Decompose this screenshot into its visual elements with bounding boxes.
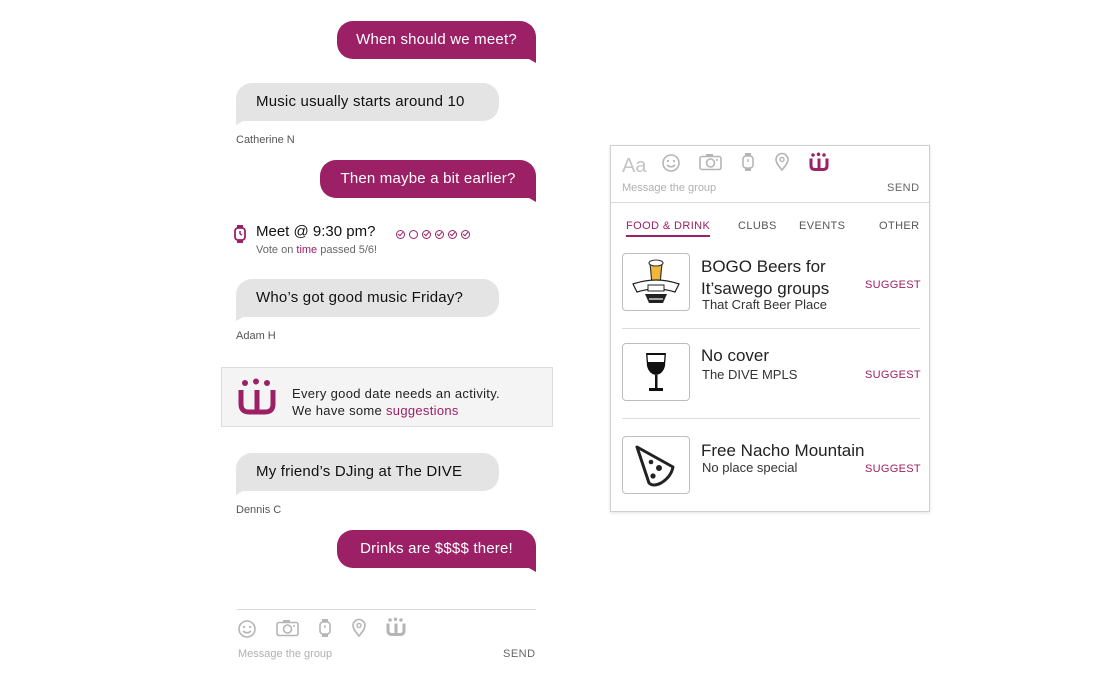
deal-thumbnail bbox=[622, 253, 690, 311]
suggest-button[interactable]: SUGGEST bbox=[865, 463, 921, 475]
message-text: My friend’s DJing at The DIVE bbox=[256, 463, 463, 480]
vote-dot bbox=[448, 230, 457, 240]
message-bubble-incoming: My friend’s DJing at The DIVE bbox=[236, 453, 499, 491]
message-sender: Adam H bbox=[236, 330, 276, 342]
row-divider bbox=[622, 328, 920, 329]
vote-dot bbox=[435, 230, 444, 240]
deal-title-line1: No cover bbox=[701, 346, 770, 365]
tab-clubs[interactable]: CLUBS bbox=[738, 220, 777, 232]
vote-status: Vote on time passed 5/6! bbox=[256, 244, 377, 256]
message-bubble-outgoing: Drinks are $$$$ there! bbox=[337, 530, 536, 568]
itsawego-logo-icon bbox=[238, 378, 276, 415]
suggestion-banner: Every good date needs an activity. We ha… bbox=[221, 367, 553, 427]
deal-title: BOGO Beers for It’sawego groups bbox=[701, 256, 829, 300]
deal-place: No place special bbox=[702, 460, 798, 475]
emoji-icon[interactable] bbox=[237, 619, 257, 639]
nacho-icon bbox=[635, 445, 675, 487]
font-format-icon[interactable]: Aa bbox=[622, 155, 646, 178]
message-sender: Dennis C bbox=[236, 504, 282, 516]
vote-dot bbox=[396, 230, 405, 240]
deal-title: No cover bbox=[701, 345, 769, 367]
suggest-button[interactable]: SUGGEST bbox=[865, 369, 921, 381]
tab-events[interactable]: EVENTS bbox=[799, 220, 845, 232]
message-bubble-outgoing: When should we meet? bbox=[337, 21, 536, 59]
location-pin-icon[interactable] bbox=[774, 152, 790, 172]
emoji-icon[interactable] bbox=[661, 153, 681, 173]
camera-icon[interactable] bbox=[276, 619, 299, 637]
itsawego-icon[interactable] bbox=[809, 152, 829, 172]
message-text: Drinks are $$$$ there! bbox=[360, 540, 513, 557]
vote-dot bbox=[422, 230, 431, 240]
deal-thumbnail bbox=[622, 436, 690, 494]
message-bubble-outgoing: Then maybe a bit earlier? bbox=[320, 160, 536, 198]
deal-title-line1: Free Nacho Mountain bbox=[701, 441, 865, 460]
suggestions-link[interactable]: suggestions bbox=[386, 403, 459, 418]
vote-status-prefix: Vote on bbox=[256, 244, 294, 256]
craft-beer-logo-icon bbox=[632, 259, 680, 303]
deal-thumbnail bbox=[622, 343, 690, 401]
message-text: Music usually starts around 10 bbox=[256, 93, 465, 110]
suggestions-panel: Aa Message the group SEND FOOD & DRINK C… bbox=[610, 145, 930, 512]
vote-title: Meet @ 9:30 pm? bbox=[256, 223, 376, 240]
vote-status-suffix: passed 5/6! bbox=[320, 244, 378, 256]
message-sender: Catherine N bbox=[236, 134, 295, 146]
panel-divider bbox=[611, 202, 929, 203]
message-text: Then maybe a bit earlier? bbox=[340, 170, 516, 187]
watch-icon[interactable] bbox=[318, 618, 332, 638]
tab-active-underline bbox=[626, 235, 710, 237]
vote-status-highlight: time bbox=[296, 244, 318, 256]
banner-line2-prefix: We have some bbox=[292, 403, 383, 418]
suggest-button[interactable]: SUGGEST bbox=[865, 279, 921, 291]
deal-place: The DIVE MPLS bbox=[702, 367, 798, 382]
message-input[interactable]: Message the group bbox=[622, 182, 716, 194]
row-divider bbox=[622, 418, 920, 419]
deal-title-line1: BOGO Beers for bbox=[701, 257, 826, 276]
deal-title: Free Nacho Mountain bbox=[701, 440, 864, 462]
send-button[interactable]: SEND bbox=[887, 182, 920, 194]
watch-icon[interactable] bbox=[741, 152, 755, 172]
tab-other[interactable]: OTHER bbox=[879, 220, 920, 232]
wine-glass-icon bbox=[646, 353, 666, 391]
message-text: When should we meet? bbox=[356, 31, 517, 48]
composer-divider bbox=[237, 609, 536, 610]
itsawego-icon[interactable] bbox=[386, 617, 406, 637]
camera-icon[interactable] bbox=[699, 153, 722, 171]
banner-line1: Every good date needs an activity. bbox=[292, 386, 500, 401]
location-pin-icon[interactable] bbox=[351, 618, 367, 638]
vote-dot bbox=[461, 230, 470, 240]
message-text: Who’s got good music Friday? bbox=[256, 289, 464, 306]
banner-line2: We have some suggestions bbox=[292, 402, 500, 419]
deal-place: That Craft Beer Place bbox=[702, 297, 827, 312]
tab-food-drink[interactable]: FOOD & DRINK bbox=[626, 220, 710, 232]
vote-item[interactable]: Meet @ 9:30 pm? Vote on time passed 5/6! bbox=[232, 222, 532, 262]
banner-text: Every good date needs an activity. We ha… bbox=[292, 385, 500, 419]
message-input[interactable]: Message the group bbox=[238, 648, 332, 660]
send-button[interactable]: SEND bbox=[503, 648, 536, 660]
message-bubble-incoming: Who’s got good music Friday? bbox=[236, 279, 499, 317]
message-bubble-incoming: Music usually starts around 10 bbox=[236, 83, 499, 121]
vote-dots bbox=[396, 226, 474, 244]
watch-icon bbox=[234, 225, 246, 243]
vote-dot bbox=[409, 230, 418, 240]
